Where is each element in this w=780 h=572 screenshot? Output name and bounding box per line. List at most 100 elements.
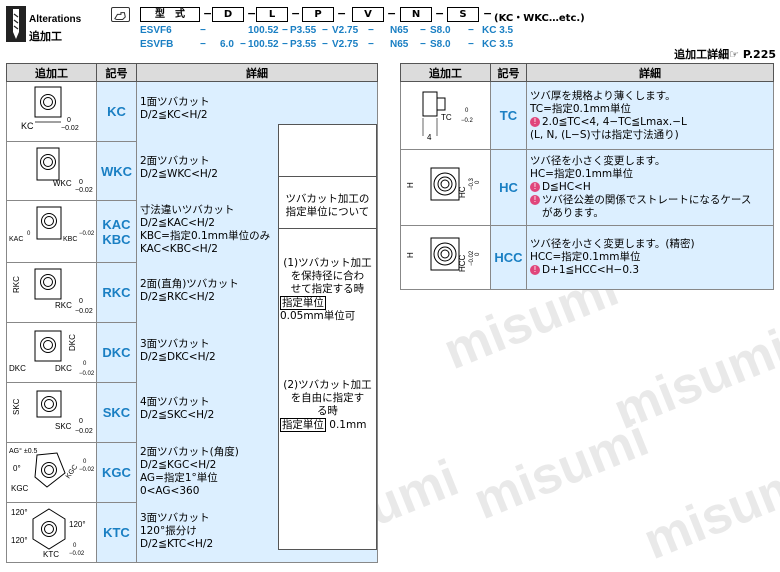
header-cell-l: L bbox=[256, 7, 288, 22]
hand-pointer-icon bbox=[111, 7, 130, 22]
col-header-detail: 詳細 bbox=[135, 63, 379, 82]
right-alteration-table: 追加工 記号 詳細 TC 0 −0.2 4 TC ツバ厚を規格より薄くします。 … bbox=[400, 63, 775, 290]
example-code: KC 3.5 bbox=[482, 25, 514, 36]
header-cell-s: S bbox=[447, 7, 479, 22]
dim-label: H bbox=[406, 252, 415, 258]
dim-label: −0.02 bbox=[79, 467, 95, 473]
dim-label: −0.02 bbox=[75, 428, 93, 435]
dim-label: −0.02 bbox=[79, 231, 95, 237]
alterations-title: Alterations bbox=[29, 14, 82, 25]
detail-hc: ツバ径を小さく変更します。 HC=指定0.1mm単位 ! D≦HC<H ! ツバ径公… bbox=[525, 149, 775, 226]
table-row: TC 0 −0.2 4 TC ツバ厚を規格より薄くします。 TC=指定0.1mm… bbox=[400, 81, 775, 150]
col-header-alteration: 追加工 bbox=[6, 63, 97, 82]
dim-label: 0 bbox=[83, 459, 87, 465]
col-header-alteration: 追加工 bbox=[400, 63, 491, 82]
example-n: N65 bbox=[390, 25, 409, 36]
code-wkc: WKC bbox=[95, 141, 137, 201]
dim-label: RKC bbox=[12, 276, 21, 293]
example-l: 100.52 bbox=[248, 25, 279, 36]
detail-dkc: 3面ツバカット D/2≦DKC<H/2 bbox=[139, 338, 216, 363]
dim-label: −0.02 bbox=[75, 187, 93, 194]
code-kc: KC bbox=[95, 81, 137, 142]
diagram-tc: TC 0 −0.2 4 bbox=[400, 81, 491, 150]
dim-label: TC bbox=[441, 113, 452, 122]
dim-label: 0 bbox=[79, 298, 83, 305]
code-kac-kbc: KAC KBC bbox=[95, 200, 137, 263]
warning-mark-icon: ! bbox=[529, 265, 540, 275]
code-hc: HC bbox=[489, 149, 527, 226]
cut-unit-note: ツバカット加工の 指定単位について (1)ツバカット加工 を保持径に合わ せて指定する… bbox=[277, 124, 377, 550]
header-cell-n: N bbox=[400, 7, 432, 22]
header-cell-type: 型 式 bbox=[140, 7, 200, 22]
diagram-kgc: AG° ±0.5 0° KGC KGC 0 −0.02 bbox=[6, 442, 97, 503]
dim-label: −0.02 bbox=[69, 551, 85, 557]
example-type: ESVF6 bbox=[140, 25, 172, 36]
diagram-rkc: RKC RKC 0 −0.02 bbox=[6, 262, 97, 323]
alterations-title-jp: 追加工 bbox=[29, 30, 62, 43]
dim-label: SKC bbox=[55, 422, 72, 431]
dim-label: 0 bbox=[475, 180, 481, 184]
table-row: H HCC −0.02 0 HCC ツバ径を小さく変更します。(精密) HCC=… bbox=[400, 225, 775, 290]
example-code: KC 3.5 bbox=[482, 39, 514, 50]
example-type: ESVFB bbox=[140, 39, 174, 50]
code-rkc: RKC bbox=[95, 262, 137, 323]
dim-label: −0.02 bbox=[61, 125, 79, 132]
code-dkc: DKC bbox=[95, 322, 137, 383]
drill-icon bbox=[6, 6, 26, 42]
warning-mark-icon: ! bbox=[529, 195, 540, 205]
dim-label: 0° bbox=[13, 464, 21, 473]
dim-label: −0.2 bbox=[461, 118, 474, 124]
watermark: misumi bbox=[465, 409, 657, 531]
dim-label: H bbox=[406, 182, 415, 188]
detail-rkc: 2面(直角)ツバカット D/2≦RKC<H/2 bbox=[139, 278, 239, 303]
diagram-kc: KC 0 −0.02 bbox=[6, 81, 97, 142]
dim-label: 4 bbox=[427, 133, 432, 142]
dim-label: KGC bbox=[65, 464, 79, 480]
detail-kc: 1面ツバカット D/2≦KC<H/2 bbox=[139, 96, 210, 121]
dim-label: −0.02 bbox=[75, 308, 93, 315]
warning-mark-icon: ! bbox=[529, 182, 540, 192]
watermark: misumi bbox=[635, 449, 780, 571]
dim-label: HCC bbox=[458, 254, 467, 272]
dim-label: 120° bbox=[11, 508, 28, 517]
dim-label: SKC bbox=[12, 398, 21, 415]
detail-ktc: 3面ツバカット 120°振分け D/2≦KTC<H/2 bbox=[139, 512, 214, 550]
dim-label: 0 bbox=[79, 418, 83, 425]
diagram-hc: H HC −0.3 0 bbox=[400, 149, 491, 226]
dim-label: 0 bbox=[465, 108, 469, 114]
dim-label: KC bbox=[21, 121, 34, 131]
example-l: 100.52 bbox=[248, 39, 279, 50]
col-header-code: 記号 bbox=[489, 63, 527, 82]
dim-label: KGC bbox=[11, 484, 29, 493]
watermark: misumi bbox=[605, 319, 780, 441]
header-cell-v: V bbox=[352, 7, 384, 22]
detail-column: 1面ツバカット D/2≦KC<H/2 2面ツバカット D/2≦WKC<H/2 寸法違… bbox=[135, 81, 379, 563]
dim-label: DKC bbox=[68, 334, 77, 351]
table-row: H HC −0.3 0 HC ツバ径を小さく変更します。 HC=指定0.1mm単… bbox=[400, 149, 775, 226]
example-s: S8.0 bbox=[430, 25, 451, 36]
code-skc: SKC bbox=[95, 382, 137, 443]
example-d: 6.0 bbox=[220, 39, 234, 50]
dim-label: 0 bbox=[73, 543, 77, 549]
example-v: V2.75 bbox=[332, 25, 359, 36]
dim-label: DKC bbox=[55, 364, 72, 373]
col-header-detail: 詳細 bbox=[525, 63, 775, 82]
dim-label: KTC bbox=[43, 550, 59, 559]
detail-skc: 4面ツバカット D/2≦SKC<H/2 bbox=[139, 396, 215, 421]
detail-reference-link[interactable]: 追加工詳細☞ P.225 bbox=[674, 46, 776, 62]
header-cell-d: D bbox=[212, 7, 244, 22]
code-ktc: KTC bbox=[95, 502, 137, 563]
dim-label: KBC bbox=[63, 236, 77, 243]
dim-label: 0 bbox=[83, 361, 87, 367]
dim-label: 0 bbox=[67, 117, 71, 124]
detail-wkc: 2面ツバカット D/2≦WKC<H/2 bbox=[139, 155, 218, 180]
dim-label: 120° bbox=[69, 520, 86, 529]
dim-label: 0 bbox=[27, 231, 31, 237]
col-header-code: 記号 bbox=[95, 63, 137, 82]
code-hcc: HCC bbox=[489, 225, 527, 290]
diagram-kac-kbc: KAC KBC 0 −0.02 bbox=[6, 200, 97, 263]
warning-mark-icon: ! bbox=[529, 116, 540, 127]
diagram-skc: SKC SKC 0 −0.02 bbox=[6, 382, 97, 443]
dim-label: −0.02 bbox=[79, 371, 95, 377]
dim-label: WKC bbox=[53, 179, 72, 188]
